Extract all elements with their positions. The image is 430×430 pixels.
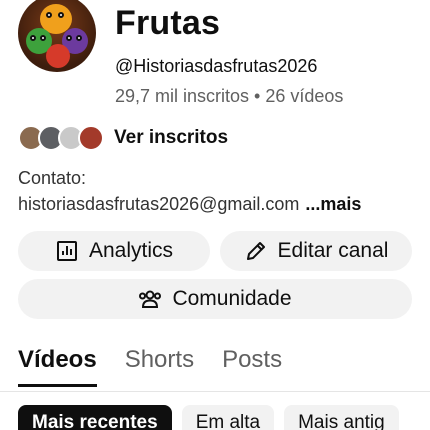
analytics-button[interactable]: Analytics [18, 231, 210, 271]
chip-trending[interactable]: Em alta [181, 405, 275, 430]
edit-channel-label: Editar canal [277, 239, 389, 262]
chip-oldest[interactable]: Mais antig [284, 405, 399, 430]
filter-chips: Mais recentes Em alta Mais antig [18, 405, 409, 430]
analytics-label: Analytics [88, 239, 174, 262]
edit-channel-button[interactable]: Editar canal [220, 231, 412, 271]
channel-avatar[interactable] [18, 0, 96, 72]
subscriber-avatar [78, 125, 104, 151]
channel-tabs: Vídeos Shorts Posts [18, 346, 310, 387]
contact-email[interactable]: historiasdasfrutas2026@gmail.com [18, 194, 299, 214]
contact-label: Contato: [18, 168, 87, 188]
tab-shorts[interactable]: Shorts [125, 346, 194, 387]
subscribers-row[interactable]: Ver inscritos [18, 124, 228, 152]
channel-stats: 29,7 mil inscritos • 26 vídeos [115, 86, 344, 106]
fruit-red [46, 44, 70, 68]
pencil-icon [244, 239, 268, 263]
contact-row: historiasdasfrutas2026@gmail.com ...mais [18, 194, 361, 215]
tabs-divider [0, 391, 430, 392]
see-subscribers-link[interactable]: Ver inscritos [114, 127, 228, 149]
subscriber-avatars [18, 125, 108, 151]
tab-videos[interactable]: Vídeos [18, 346, 97, 387]
channel-handle: @Historiasdasfrutas2026 [115, 56, 318, 76]
more-link[interactable]: ...mais [305, 194, 361, 214]
bar-chart-icon [55, 239, 79, 263]
channel-name: Frutas [115, 4, 221, 42]
chip-most-recent[interactable]: Mais recentes [18, 405, 172, 430]
community-button[interactable]: Comunidade [18, 279, 412, 319]
community-label: Comunidade [172, 287, 292, 310]
people-icon [138, 287, 162, 311]
tab-posts[interactable]: Posts [222, 346, 282, 387]
